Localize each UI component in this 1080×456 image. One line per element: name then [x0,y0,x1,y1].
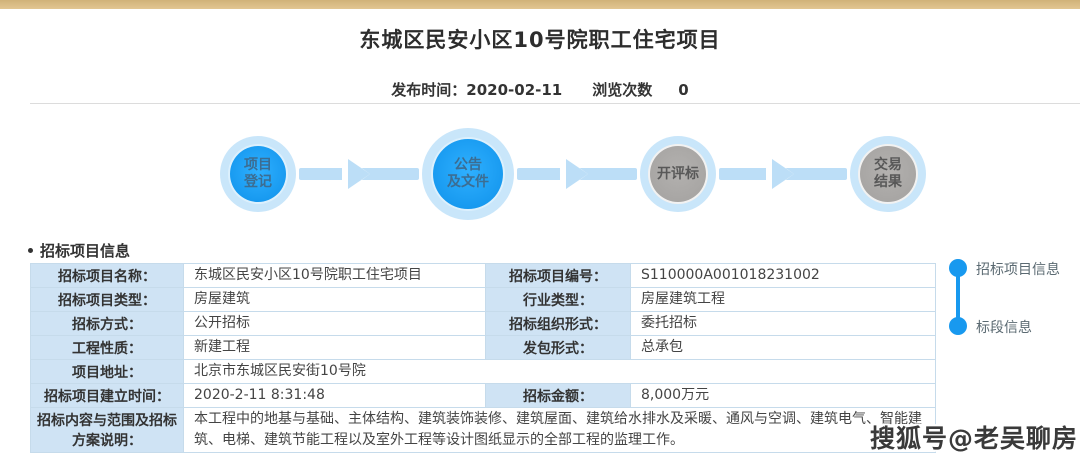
table-row: 招标项目名称：东城区民安小区10号院职工住宅项目招标项目编号：S110000A0… [31,264,936,288]
field-value: 北京市东城区民安街10号院 [184,360,936,384]
field-label: 行业类型： [486,288,631,312]
section-header-bid-project-info: 招标项目信息 [28,240,130,261]
step-label-line: 开评标 [657,166,699,183]
field-value: 本工程中的地基与基础、主体结构、建筑装饰装修、建筑屋面、建筑给水排水及采暖、通风… [184,408,936,453]
step-circle-face: 项目登记 [228,144,288,204]
field-label: 项目地址： [31,360,184,384]
field-value: 东城区民安小区10号院职工住宅项目 [184,264,486,288]
table-row: 招标项目类型：房屋建筑行业类型：房屋建筑工程 [31,288,936,312]
views-count: 0 [678,81,688,99]
watermark: 搜狐号@老吴聊房 [870,419,1078,455]
table-row: 招标方式：公开招标招标组织形式：委托招标 [31,312,936,336]
field-value: 委托招标 [631,312,936,336]
field-label: 招标组织形式： [486,312,631,336]
field-label: 工程性质： [31,336,184,360]
views-label: 浏览次数 [592,81,652,99]
step-2-circle: 公告及文件 [422,128,514,220]
page-title: 东城区民安小区10号院职工住宅项目 [0,24,1080,54]
field-value: 8,000万元 [631,384,936,408]
bullet-icon [28,248,33,253]
field-label: 招标方式： [31,312,184,336]
field-label: 招标项目名称： [31,264,184,288]
field-value: 2020-2-11 8:31:48 [184,384,486,408]
timeline-item-label[interactable]: 标段信息 [976,317,1032,337]
field-label: 招标内容与范围及招标方案说明： [31,408,184,453]
table-row: 工程性质：新建工程发包形式：总承包 [31,336,936,360]
publish-date: 2020-02-11 [466,81,562,99]
step-circle-face: 交易结果 [858,144,918,204]
step-4-circle: 交易结果 [850,136,926,212]
timeline-item-label[interactable]: 招标项目信息 [976,259,1060,279]
field-value: 房屋建筑 [184,288,486,312]
step-connector [719,168,847,180]
field-value: 新建工程 [184,336,486,360]
step-label-line: 及文件 [447,174,489,191]
step-connector [299,168,419,180]
step-label-line: 交易 [874,157,902,174]
step-label-line: 项目 [244,157,272,174]
field-value: 总承包 [631,336,936,360]
field-value: 公开招标 [184,312,486,336]
timeline-dot-icon[interactable] [949,259,967,277]
publish-time-label: 发布时间： [391,81,466,99]
table-row: 招标内容与范围及招标方案说明：本工程中的地基与基础、主体结构、建筑装饰装修、建筑… [31,408,936,453]
step-label-line: 公告 [454,157,482,174]
arrow-right-icon [566,159,588,189]
step-3-circle: 开评标 [640,136,716,212]
field-value: 房屋建筑工程 [631,288,936,312]
arrow-right-icon [348,159,370,189]
step-circle-face: 公告及文件 [431,137,505,211]
table-row: 招标项目建立时间：2020-2-11 8:31:48招标金额：8,000万元 [31,384,936,408]
step-circle-face: 开评标 [648,144,708,204]
arrow-right-icon [772,159,794,189]
field-label: 招标项目建立时间： [31,384,184,408]
header-divider [30,103,1080,104]
step-1-circle: 项目登记 [220,136,296,212]
step-connector [517,168,637,180]
field-value: S110000A001018231002 [631,264,936,288]
step-label-line: 登记 [244,174,272,191]
field-label: 发包形式： [486,336,631,360]
top-accent-bar [0,0,1080,9]
bid-project-info-table: 招标项目名称：东城区民安小区10号院职工住宅项目招标项目编号：S110000A0… [30,263,936,453]
bidding-project-page: 东城区民安小区10号院职工住宅项目 发布时间：2020-02-11 浏览次数 0 项… [0,0,1080,456]
publish-meta: 发布时间：2020-02-11 浏览次数 0 [0,79,1080,100]
section-title: 招标项目信息 [40,240,130,261]
arrow-right-outline-icon [560,154,588,194]
arrow-right-outline-icon [342,154,370,194]
table-row: 项目地址：北京市东城区民安街10号院 [31,360,936,384]
step-label-line: 结果 [874,174,902,191]
field-label: 招标项目类型： [31,288,184,312]
field-label: 招标项目编号： [486,264,631,288]
arrow-right-outline-icon [766,154,794,194]
field-label: 招标金额： [486,384,631,408]
timeline-dot-icon[interactable] [949,317,967,335]
